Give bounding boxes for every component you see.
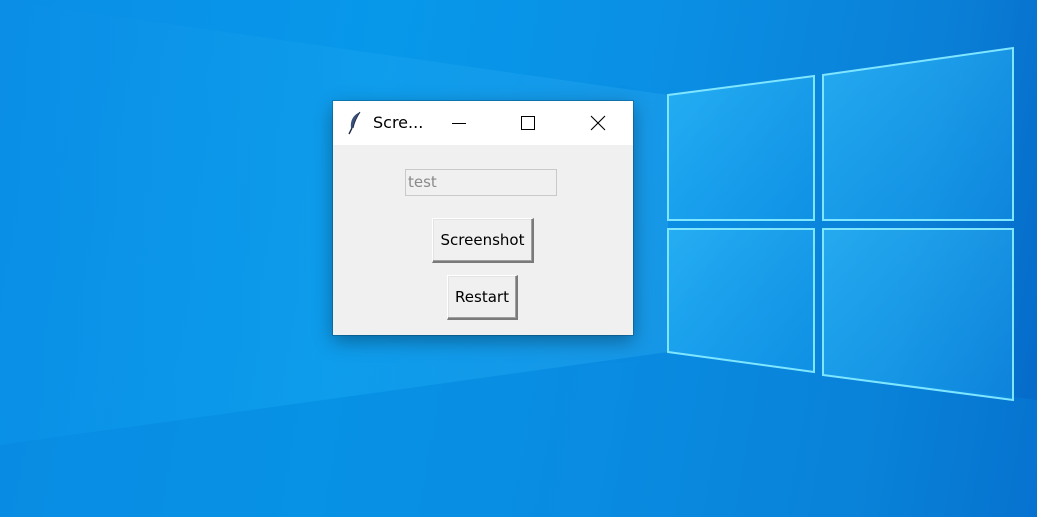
restart-button[interactable]: Restart: [447, 275, 518, 320]
minimize-icon: [452, 123, 466, 124]
title-bar[interactable]: Scre...: [333, 101, 633, 145]
window-title: Scre...: [373, 113, 424, 132]
maximize-icon: [521, 116, 535, 130]
maximize-button[interactable]: [505, 101, 551, 145]
close-icon: [590, 115, 606, 131]
app-window: Scre... test Screenshot Restart: [333, 101, 633, 335]
close-button[interactable]: [575, 101, 621, 145]
screenshot-button[interactable]: Screenshot: [432, 218, 534, 263]
text-entry-field[interactable]: test: [405, 169, 557, 196]
minimize-button[interactable]: [436, 101, 482, 145]
feather-icon: [348, 111, 361, 135]
